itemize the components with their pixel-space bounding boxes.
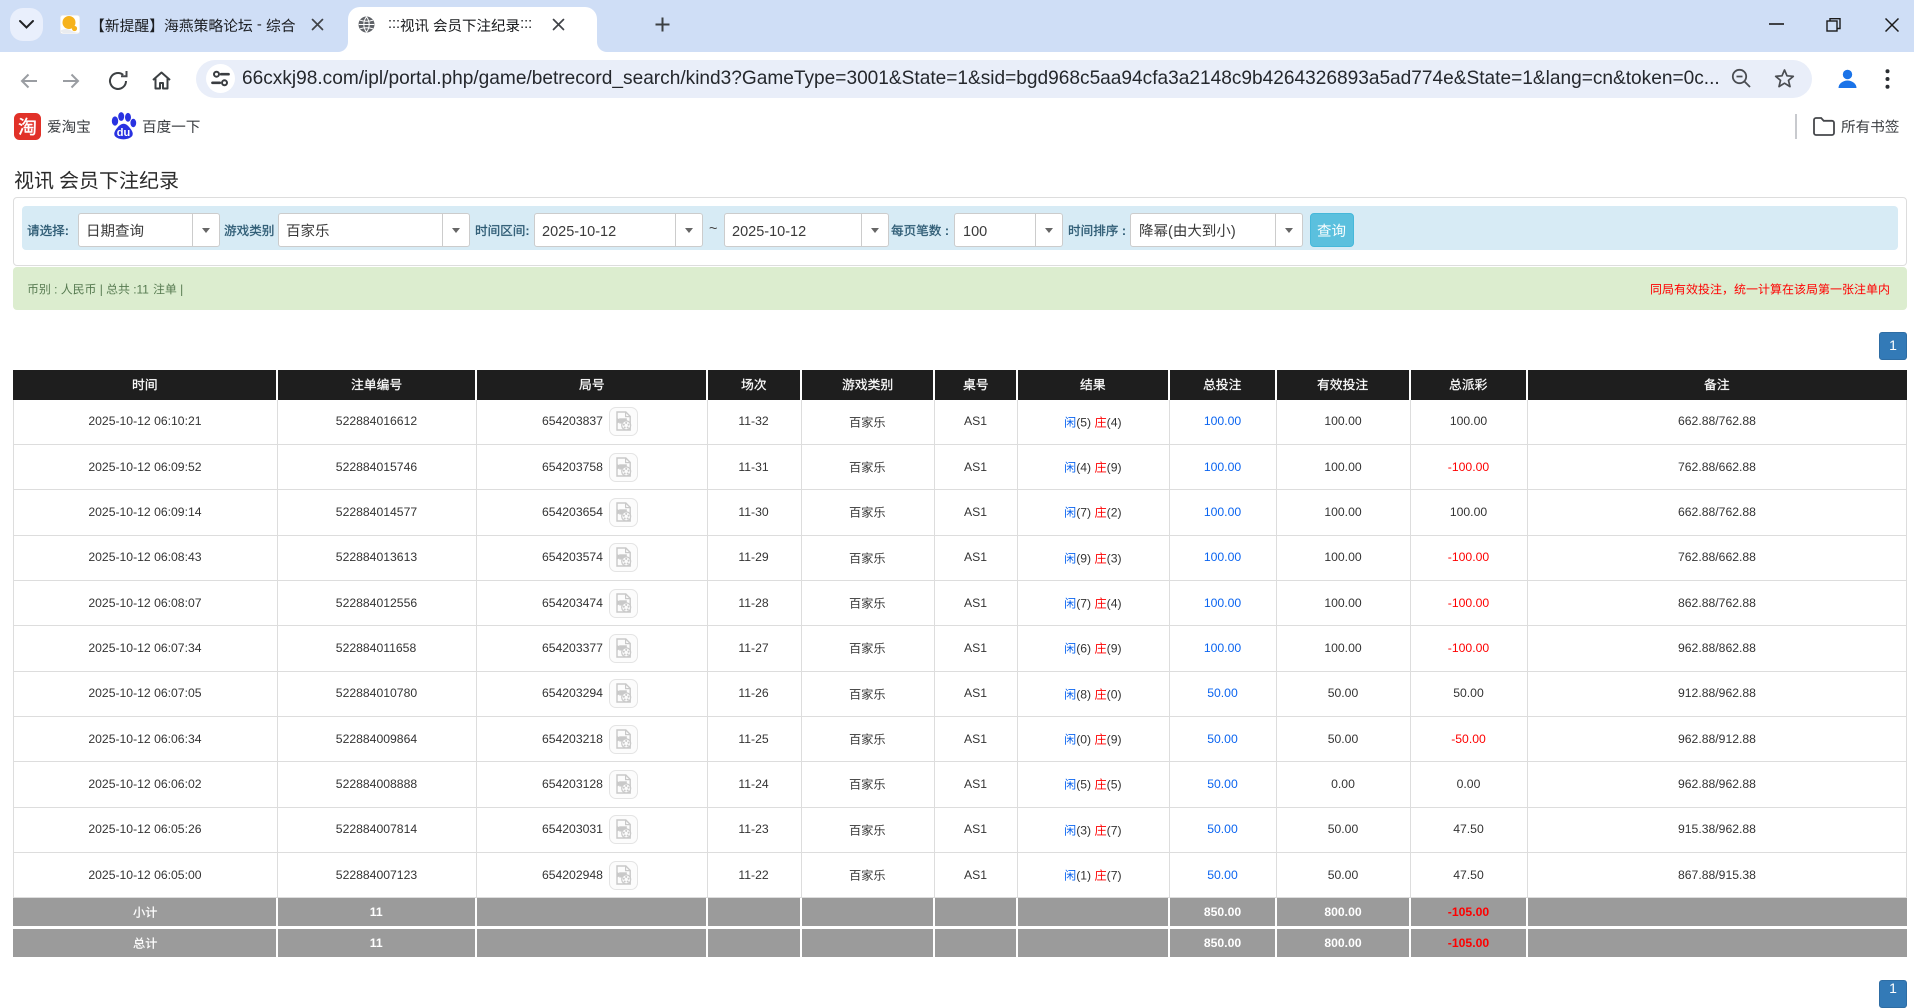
svg-text:(4): (4) bbox=[1107, 597, 1122, 611]
svg-text:(0): (0) bbox=[1076, 733, 1094, 747]
svg-text:(5): (5) bbox=[1076, 778, 1094, 792]
svg-text:(7): (7) bbox=[1107, 823, 1122, 837]
svg-text:(3): (3) bbox=[1076, 823, 1094, 837]
svg-text:(3): (3) bbox=[1107, 551, 1122, 565]
svg-text:(6): (6) bbox=[1076, 642, 1094, 656]
svg-text:(7): (7) bbox=[1076, 597, 1094, 611]
svg-text:(9): (9) bbox=[1107, 733, 1122, 747]
svg-text:(9): (9) bbox=[1107, 642, 1122, 656]
svg-text:|: | bbox=[96, 282, 106, 296]
svg-text:(8): (8) bbox=[1076, 687, 1094, 701]
svg-text:(4): (4) bbox=[1076, 461, 1094, 475]
svg-text::11: :11 bbox=[129, 282, 151, 296]
svg-text:(9): (9) bbox=[1107, 461, 1122, 475]
svg-text:(5): (5) bbox=[1107, 778, 1122, 792]
svg-text::: : bbox=[525, 224, 529, 238]
svg-text:(7): (7) bbox=[1076, 506, 1094, 520]
svg-text:(9): (9) bbox=[1076, 551, 1094, 565]
svg-text:(1): (1) bbox=[1076, 869, 1094, 883]
svg-text::: : bbox=[941, 224, 949, 238]
svg-text:(5): (5) bbox=[1076, 415, 1094, 429]
svg-text::: : bbox=[50, 282, 60, 296]
svg-text:(7): (7) bbox=[1107, 869, 1122, 883]
svg-text::: : bbox=[65, 224, 69, 238]
svg-text:2025-10-12: 2025-10-12 bbox=[732, 224, 806, 240]
svg-text:(: ( bbox=[1168, 224, 1173, 240]
svg-text:|: | bbox=[176, 282, 182, 296]
svg-text:(4): (4) bbox=[1107, 415, 1122, 429]
svg-text:(2): (2) bbox=[1107, 506, 1122, 520]
svg-text:(0): (0) bbox=[1107, 687, 1122, 701]
svg-text:100: 100 bbox=[963, 224, 987, 240]
svg-text:du: du bbox=[117, 127, 130, 139]
svg-text:): ) bbox=[1230, 224, 1235, 240]
svg-text:2025-10-12: 2025-10-12 bbox=[542, 224, 616, 240]
svg-text::: : bbox=[1118, 224, 1126, 238]
